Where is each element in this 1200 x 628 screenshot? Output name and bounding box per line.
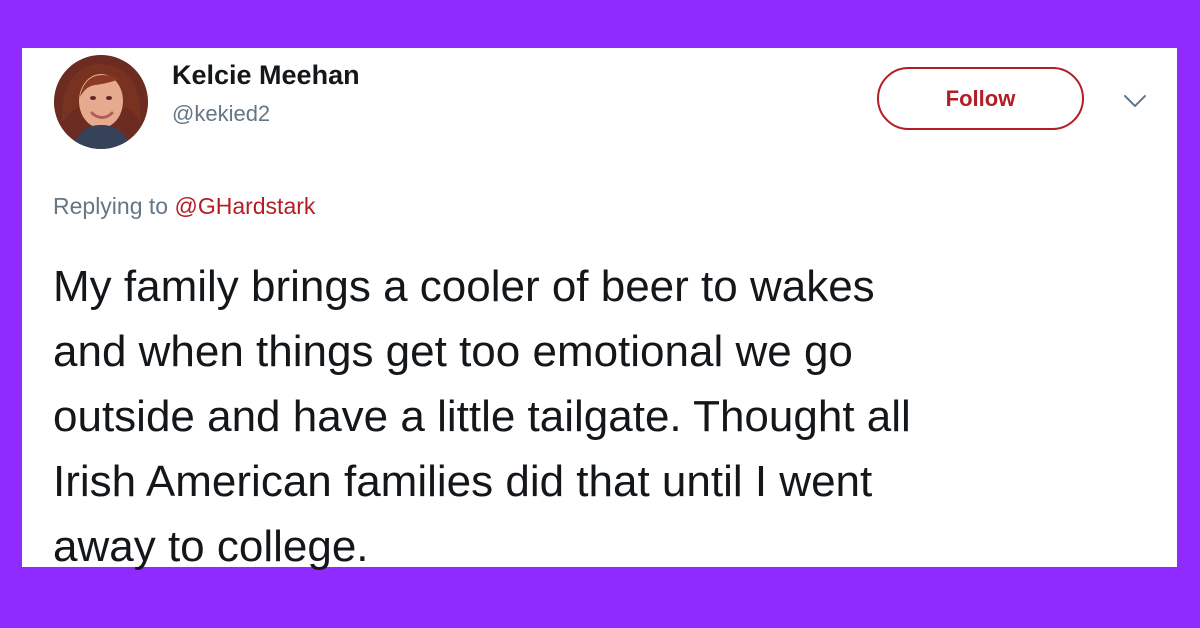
follow-button[interactable]: Follow [877,67,1084,130]
tweet-text: My family brings a cooler of beer to wak… [53,262,911,571]
profile-avatar[interactable] [54,55,148,149]
reply-mention-link[interactable]: @GHardstark [174,193,315,219]
tweet-menu-button[interactable] [1118,86,1152,116]
profile-avatar-image [54,55,148,149]
page-frame: Kelcie Meehan @kekied2 Follow Replying t… [0,0,1200,628]
reply-context: Replying to @GHardstark [53,191,315,221]
avatar-right-eye [106,96,112,100]
chevron-down-icon [1124,95,1146,107]
user-handle[interactable]: @kekied2 [172,100,360,128]
tweet-card: Kelcie Meehan @kekied2 Follow Replying t… [22,48,1177,571]
display-name[interactable]: Kelcie Meehan [172,58,360,92]
user-identity: Kelcie Meehan @kekied2 [172,58,360,128]
reply-prefix: Replying to [53,193,169,219]
avatar-left-eye [90,96,96,100]
